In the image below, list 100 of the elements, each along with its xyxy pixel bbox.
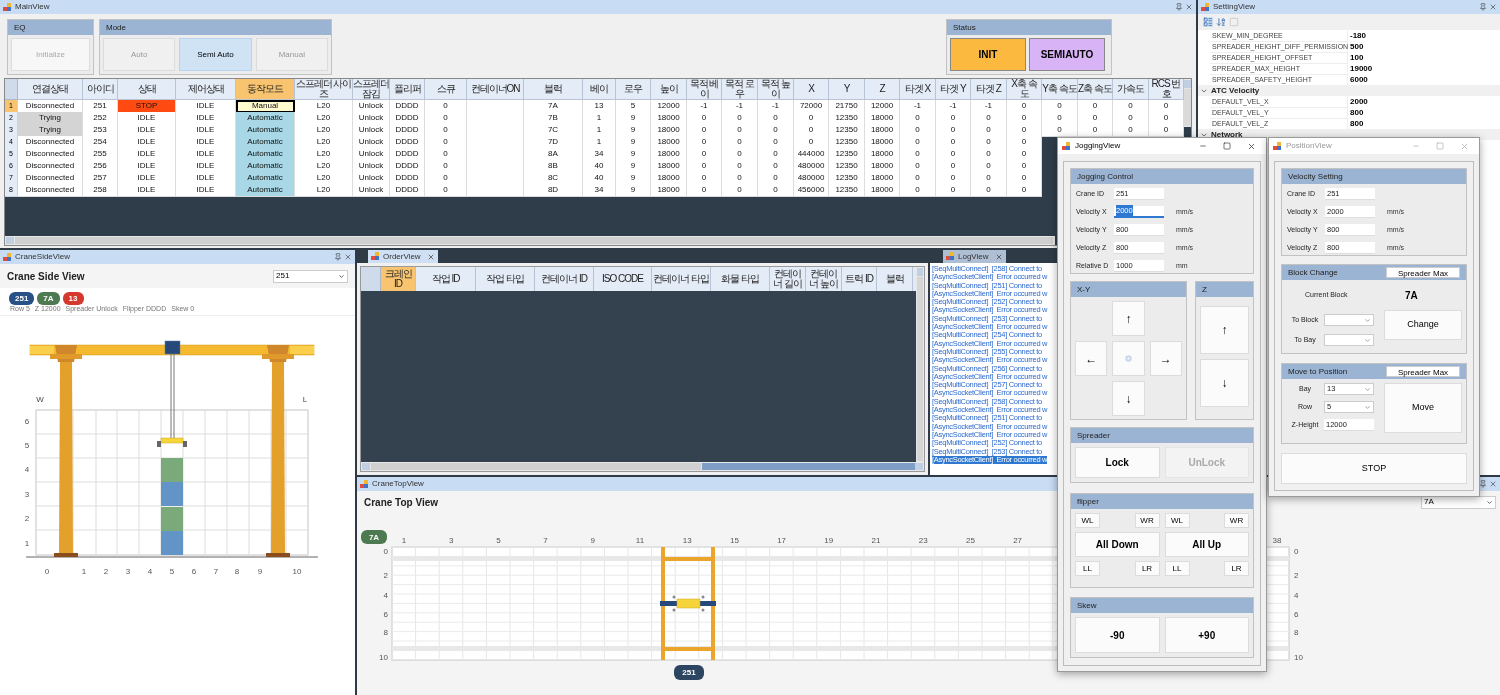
column-header[interactable]: 컨테이너ON — [467, 79, 524, 100]
column-header[interactable]: 타겟 Y — [936, 79, 971, 100]
axis-label: 17 — [777, 536, 787, 545]
column-header[interactable]: 목적 높이 — [758, 79, 794, 100]
up-button[interactable]: ↑ — [1112, 301, 1145, 336]
column-header[interactable]: 로우 — [616, 79, 651, 100]
skew-button[interactable]: -90 — [1075, 617, 1160, 653]
column-header[interactable]: 아이디 — [83, 79, 118, 100]
panel-tab[interactable]: OrderView — [368, 250, 438, 263]
close-icon[interactable] — [1489, 480, 1497, 488]
column-header[interactable]: 제어상태 — [176, 79, 236, 100]
panel-title: CraneSideView — [15, 253, 70, 261]
pin-icon[interactable] — [1479, 480, 1487, 488]
down-button[interactable]: ↓ — [1112, 381, 1145, 416]
column-header[interactable]: 타겟 Z — [971, 79, 1007, 100]
column-header[interactable]: 가속도 — [1113, 79, 1149, 100]
spreader-max-button[interactable]: Spreader Max — [1386, 366, 1460, 377]
app-icon — [1201, 2, 1210, 12]
column-header[interactable]: 목적 로우 — [722, 79, 758, 100]
spreader-max-button[interactable]: Spreader Max — [1386, 267, 1460, 278]
dropdown[interactable] — [1324, 334, 1374, 346]
move-button[interactable]: Move — [1384, 383, 1462, 433]
column-header[interactable]: 트럭 ID — [842, 267, 877, 291]
flipper-button[interactable]: WR — [1224, 513, 1249, 528]
maximize-icon[interactable] — [1436, 142, 1444, 150]
pin-icon[interactable] — [334, 253, 342, 261]
flipper-all-button[interactable]: All Up — [1164, 532, 1249, 557]
column-header[interactable]: X축 속도 — [1007, 79, 1042, 100]
column-header[interactable]: X — [794, 79, 829, 100]
crane-dropdown[interactable]: 251 — [273, 269, 348, 283]
panel-tab[interactable]: LogView — [943, 250, 1006, 263]
group-title: Z — [1202, 283, 1207, 296]
axis-label: 21 — [871, 536, 881, 545]
side-label: L — [302, 395, 308, 404]
column-header[interactable]: 블럭 — [524, 79, 583, 100]
table-cell: 0 — [1149, 124, 1184, 137]
right-button[interactable]: → — [1149, 341, 1182, 376]
axis-label: 6 — [24, 417, 30, 426]
close-icon[interactable] — [426, 252, 435, 261]
close-icon[interactable] — [1247, 141, 1256, 151]
chevron-down-icon — [1364, 336, 1371, 344]
change-button[interactable]: Change — [1384, 310, 1462, 340]
horizontal-scrollbar[interactable] — [5, 236, 1055, 245]
skew-button[interactable]: +90 — [1164, 617, 1249, 653]
spreader-button[interactable]: Lock — [1075, 447, 1160, 478]
column-header[interactable]: Z — [865, 79, 900, 100]
axis-label: 10 — [379, 653, 388, 662]
close-icon[interactable] — [344, 253, 352, 261]
flipper-button[interactable]: LR — [1134, 561, 1160, 576]
table-cell: IDLE — [176, 184, 236, 197]
sort-icon[interactable] — [1216, 17, 1226, 27]
app-icon — [1062, 141, 1071, 151]
column-header[interactable]: 플리퍼 — [390, 79, 425, 100]
axis-label: 1 — [81, 567, 87, 576]
column-header[interactable]: 높이 — [651, 79, 687, 100]
column-header[interactable]: 베이 — [583, 79, 616, 100]
flipper-button[interactable]: LL — [1164, 561, 1190, 576]
app-icon — [371, 252, 380, 261]
column-header[interactable]: 스큐 — [425, 79, 467, 100]
table-cell: Automatic — [236, 184, 295, 197]
column-header[interactable]: Z축 속도 — [1078, 79, 1113, 100]
flipper-button[interactable]: LL — [1075, 561, 1100, 576]
group-title: Status — [953, 21, 976, 34]
maximize-icon[interactable] — [1223, 142, 1231, 150]
flipper-all-button[interactable]: All Down — [1075, 532, 1160, 557]
column-header[interactable]: 연결상태 — [18, 79, 83, 100]
axis-label: 2 — [1294, 571, 1299, 580]
vertical-scrollbar[interactable] — [916, 267, 924, 462]
column-header[interactable]: RCS 번호 — [1149, 79, 1184, 100]
flipper-button[interactable]: WL — [1164, 513, 1190, 528]
column-header[interactable]: 상태 — [118, 79, 176, 100]
column-header[interactable]: 목적 베이 — [687, 79, 722, 100]
minimize-icon[interactable] — [1199, 142, 1207, 150]
column-header[interactable]: 크레인 ID — [381, 267, 416, 291]
flipper-button[interactable]: WL — [1075, 513, 1100, 528]
column-header[interactable]: 타겟 X — [900, 79, 936, 100]
horizontal-scrollbar[interactable] — [361, 462, 924, 471]
pin-icon[interactable] — [1175, 3, 1183, 11]
pin-icon[interactable] — [1479, 3, 1487, 11]
crane-badge: 251 — [674, 665, 704, 680]
dropdown[interactable] — [1324, 314, 1374, 326]
column-header[interactable]: 컨테이너 타입 — [652, 267, 711, 291]
down-button[interactable]: ↓ — [1200, 359, 1249, 407]
close-icon[interactable] — [1489, 3, 1497, 11]
stop-button[interactable]: STOP — [1281, 453, 1467, 484]
flipper-button[interactable]: LR — [1224, 561, 1249, 576]
column-header[interactable]: 동작모드 — [236, 79, 295, 100]
flipper-button[interactable]: WR — [1134, 513, 1160, 528]
column-header[interactable]: 스프레더 잠김 — [353, 79, 390, 100]
up-button[interactable]: ↑ — [1200, 306, 1249, 354]
close-icon[interactable] — [994, 252, 1003, 261]
group-title: EQ — [14, 21, 26, 34]
vertical-scrollbar[interactable] — [1184, 79, 1191, 127]
column-header[interactable]: 스프레더 사이즈 — [295, 79, 353, 100]
left-button[interactable]: ← — [1075, 341, 1108, 376]
column-header[interactable]: Y축 속도 — [1042, 79, 1078, 100]
column-header[interactable]: Y — [829, 79, 865, 100]
categorized-icon[interactable] — [1203, 17, 1213, 27]
close-icon[interactable] — [1185, 3, 1193, 11]
mode-button[interactable]: Semi Auto — [179, 38, 252, 71]
